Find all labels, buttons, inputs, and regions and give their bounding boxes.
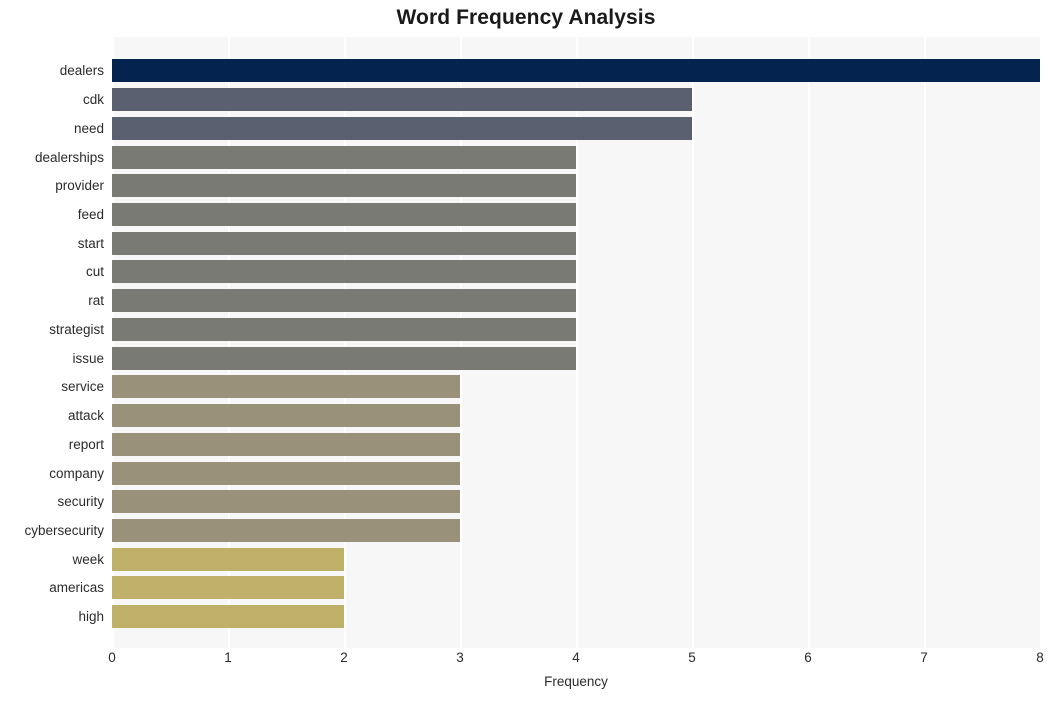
x-tick-label-4: 4 [572, 650, 580, 665]
y-tick-label-feed: feed [77, 207, 104, 223]
y-tick-label-strategist: strategist [49, 321, 104, 337]
y-tick-label-cut: cut [85, 264, 104, 280]
x-axis-title: Frequency [544, 674, 608, 689]
bar-security[interactable] [112, 490, 460, 514]
y-tick-label-dealerships: dealerships [34, 149, 104, 165]
table-row [112, 346, 576, 370]
gridline-x-7 [924, 37, 926, 648]
y-tick-label-start: start [77, 235, 104, 251]
table-row [112, 174, 576, 198]
y-tick-label-company: company [49, 465, 104, 481]
x-tick-label-1: 1 [224, 650, 232, 665]
y-tick-label-attack: attack [67, 408, 104, 424]
bar-feed[interactable] [112, 203, 576, 227]
chart-title: Word Frequency Analysis [396, 6, 656, 29]
table-row [112, 576, 344, 600]
y-tick-label-issue: issue [72, 350, 104, 366]
bar-high[interactable] [112, 605, 344, 629]
x-axis-tick-labels: 0 1 2 3 4 5 6 7 8 [0, 650, 1052, 672]
y-tick-label-dealers: dealers [59, 63, 104, 79]
table-row [112, 116, 692, 140]
table-row [112, 317, 576, 341]
gridline-x-6 [808, 37, 810, 648]
y-tick-label-report: report [68, 436, 104, 452]
gridline-x-8 [1040, 37, 1042, 648]
x-tick-label-5: 5 [688, 650, 696, 665]
bar-report[interactable] [112, 432, 460, 456]
y-tick-label-service: service [61, 379, 104, 395]
plot-area [112, 37, 1042, 648]
x-tick-label-8: 8 [1036, 650, 1044, 665]
bar-start[interactable] [112, 231, 576, 255]
y-tick-label-high: high [78, 609, 104, 625]
y-tick-label-cdk: cdk [82, 92, 104, 108]
table-row [112, 289, 576, 313]
bar-cdk[interactable] [112, 88, 692, 112]
bar-attack[interactable] [112, 404, 460, 428]
bar-company[interactable] [112, 461, 460, 485]
table-row [112, 461, 460, 485]
table-row [112, 432, 460, 456]
bar-service[interactable] [112, 375, 460, 399]
y-axis-tick-labels: dealers cdk need dealerships provider feed sta… [0, 37, 104, 648]
x-tick-label-6: 6 [804, 650, 812, 665]
bar-week[interactable] [112, 547, 344, 571]
x-tick-label-3: 3 [456, 650, 464, 665]
table-row [112, 203, 576, 227]
table-row [112, 490, 460, 514]
bar-cut[interactable] [112, 260, 576, 284]
y-tick-label-cybersecurity: cybersecurity [24, 523, 104, 539]
y-tick-label-americas: americas [49, 580, 104, 596]
table-row [112, 231, 576, 255]
table-row [112, 519, 460, 543]
bar-dealerships[interactable] [112, 145, 576, 169]
bar-dealers[interactable] [112, 59, 1040, 83]
gridline-x-5 [692, 37, 694, 648]
y-tick-label-week: week [72, 551, 104, 567]
bar-americas[interactable] [112, 576, 344, 600]
bar-issue[interactable] [112, 346, 576, 370]
word-frequency-chart-figure: Word Frequency Analysis dealers cdk need de… [0, 0, 1052, 701]
bar-need[interactable] [112, 116, 692, 140]
table-row [112, 145, 576, 169]
y-tick-label-provider: provider [55, 178, 104, 194]
x-tick-label-7: 7 [920, 650, 928, 665]
bar-rat[interactable] [112, 289, 576, 313]
bar-provider[interactable] [112, 174, 576, 198]
table-row [112, 59, 1040, 83]
y-tick-label-rat: rat [88, 293, 104, 309]
table-row [112, 404, 460, 428]
x-tick-label-2: 2 [340, 650, 348, 665]
bar-strategist[interactable] [112, 317, 576, 341]
table-row [112, 260, 576, 284]
y-tick-label-need: need [73, 120, 104, 136]
x-tick-label-0: 0 [108, 650, 116, 665]
bar-cybersecurity[interactable] [112, 519, 460, 543]
table-row [112, 375, 460, 399]
table-row [112, 88, 692, 112]
table-row [112, 605, 344, 629]
y-tick-label-security: security [57, 494, 104, 510]
table-row [112, 547, 344, 571]
